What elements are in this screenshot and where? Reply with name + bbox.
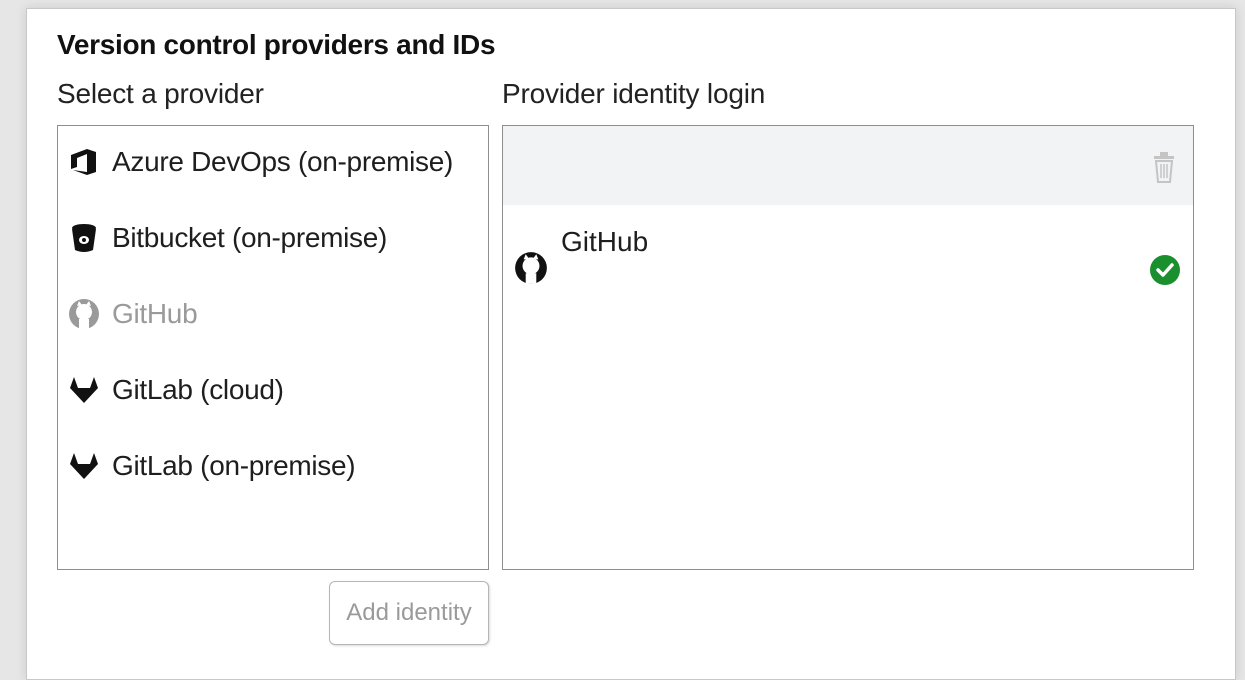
provider-label: Bitbucket (on-premise)	[112, 222, 388, 253]
identity-list: GitHub	[502, 125, 1194, 570]
gitlab-icon	[66, 372, 102, 408]
identity-header	[503, 126, 1193, 205]
identity-label: GitHub	[561, 226, 649, 257]
github-icon	[515, 252, 547, 284]
trash-icon[interactable]	[1151, 150, 1177, 184]
provider-label: GitHub	[112, 298, 198, 329]
check-circle-icon	[1150, 255, 1180, 285]
provider-item-bitbucket[interactable]: Bitbucket (on-premise)	[66, 214, 486, 262]
version-control-panel: Version control providers and IDs Select…	[26, 8, 1236, 680]
azure-devops-icon	[66, 144, 102, 180]
select-provider-label: Select a provider	[57, 78, 264, 109]
provider-label: Azure DevOps (on-premise)	[112, 146, 454, 177]
section-title: Version control providers and IDs	[57, 29, 496, 60]
provider-label: GitLab (cloud)	[112, 374, 284, 405]
identity-row-github[interactable]: GitHub	[503, 208, 1193, 288]
provider-label: GitLab (on-premise)	[112, 450, 356, 481]
gitlab-icon	[66, 448, 102, 484]
provider-item-azure-devops[interactable]: Azure DevOps (on-premise)	[66, 138, 486, 186]
provider-item-gitlab-on-premise[interactable]: GitLab (on-premise)	[66, 442, 486, 490]
add-identity-button[interactable]: Add identity	[329, 581, 489, 645]
bitbucket-icon	[66, 220, 102, 256]
github-icon	[66, 296, 102, 332]
provider-identity-label: Provider identity login	[502, 78, 766, 109]
provider-item-gitlab-cloud[interactable]: GitLab (cloud)	[66, 366, 486, 414]
provider-list: Azure DevOps (on-premise) Bitbucket (on-…	[57, 125, 489, 570]
provider-item-github: GitHub	[66, 290, 486, 338]
